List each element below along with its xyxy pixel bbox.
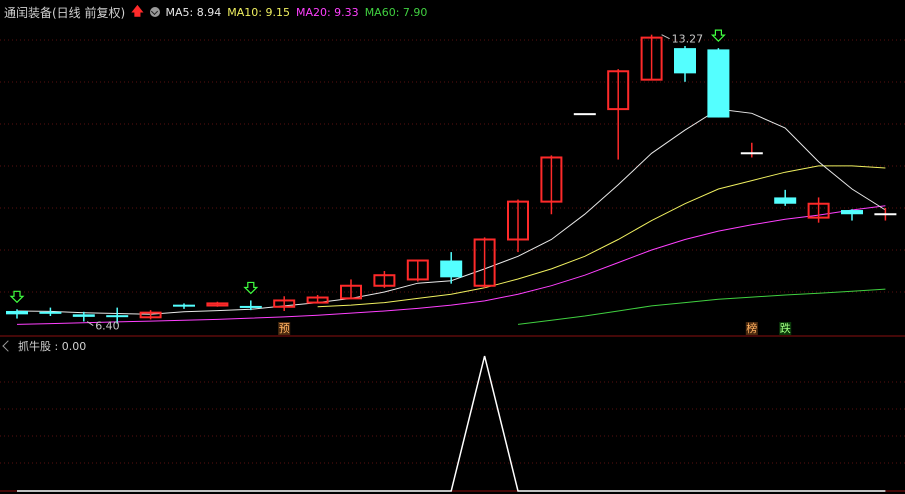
candle-body [707,49,730,118]
ma10-line [317,165,886,308]
ma5-label: MA5: 8.94 [165,5,222,19]
down-arrow-icon [243,281,259,295]
ma20-label: MA20: 9.33 [295,5,359,19]
ma10-label: MA10: 9.15 [227,5,290,19]
candle-body [72,314,95,317]
signal-marker-label: 预 [279,322,290,335]
down-arrow-icon [9,290,25,304]
ma60-line [517,288,886,325]
candle-body [674,48,696,74]
candle-body [774,197,797,204]
red-up-arrow-icon: 🡅 [131,3,144,18]
candle-body [173,304,195,307]
signal-marker-label: 跌 [780,321,791,335]
candle-body [440,260,463,278]
candle-body [6,310,28,315]
stock-title[interactable]: 通闰装备(日线 前复权) [4,4,125,21]
candle-body [106,315,129,318]
chart-header: 通闰装备(日线 前复权) 🡅 MA5: 8.94 MA10: 9.15 MA20… [4,4,427,20]
candle-body [841,210,863,215]
ma60-label: MA60: 7.90 [364,5,428,19]
high-pointer [661,34,670,40]
candle-body [573,113,596,116]
down-arrow-icon [710,29,726,42]
indicator-line [17,355,886,492]
candle-body [874,213,897,216]
stock-chart[interactable]: 13.27 6.40 预 榜 跌 [0,0,905,494]
candle-body [239,305,262,308]
chevron-icon[interactable] [2,340,14,352]
indicator-header: 抓牛股 : 0.00 [2,339,87,353]
high-price-label: 13.27 [672,33,704,46]
dropdown-circle-icon[interactable] [149,7,160,17]
signal-marker-label: 榜 [746,321,757,335]
candle-body [39,311,62,314]
low-price-label: 6.40 [95,320,120,333]
candle-body [740,152,763,155]
indicator-label: 抓牛股 : 0.00 [18,340,87,353]
